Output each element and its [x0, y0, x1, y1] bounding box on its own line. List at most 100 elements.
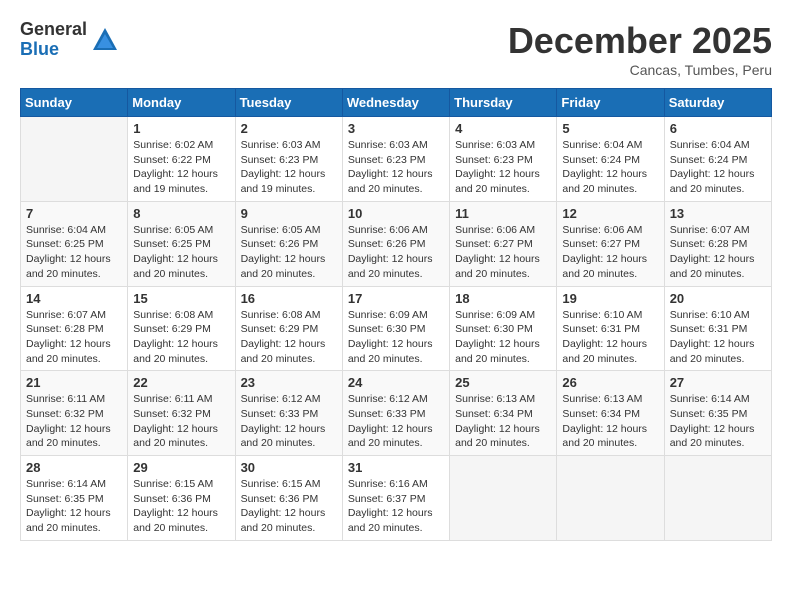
day-info: Sunrise: 6:06 AMSunset: 6:27 PMDaylight:… [562, 223, 658, 282]
calendar-cell: 3Sunrise: 6:03 AMSunset: 6:23 PMDaylight… [342, 117, 449, 202]
day-info: Sunrise: 6:04 AMSunset: 6:24 PMDaylight:… [670, 138, 766, 197]
calendar-cell: 14 Sunrise: 6:07 AMSunset: 6:28 PMDayligh… [21, 286, 128, 371]
day-info: Sunrise: 6:15 AMSunset: 6:36 PMDaylight:… [241, 477, 337, 536]
weekday-header: Friday [557, 89, 664, 117]
day-info: Sunrise: 6:10 AMSunset: 6:31 PMDaylight:… [562, 308, 658, 367]
calendar-cell: 9 Sunrise: 6:05 AMSunset: 6:26 PMDaylight… [235, 201, 342, 286]
calendar-cell: 7 Sunrise: 6:04 AMSunset: 6:25 PMDaylight… [21, 201, 128, 286]
day-info: Sunrise: 6:02 AMSunset: 6:22 PMDaylight:… [133, 138, 229, 197]
day-number: 31 [348, 460, 444, 475]
logo-general-text: General [20, 20, 87, 40]
day-number: 4 [455, 121, 551, 136]
day-info: Sunrise: 6:05 AMSunset: 6:26 PMDaylight:… [241, 223, 337, 282]
logo-blue-text: Blue [20, 40, 87, 60]
day-number: 7 [26, 206, 122, 221]
day-number: 18 [455, 291, 551, 306]
day-info: Sunrise: 6:04 AMSunset: 6:24 PMDaylight:… [562, 138, 658, 197]
calendar-cell [664, 456, 771, 541]
day-info: Sunrise: 6:03 AMSunset: 6:23 PMDaylight:… [455, 138, 551, 197]
calendar-week-row: 7 Sunrise: 6:04 AMSunset: 6:25 PMDaylight… [21, 201, 772, 286]
calendar-week-row: 14 Sunrise: 6:07 AMSunset: 6:28 PMDayligh… [21, 286, 772, 371]
calendar-cell: 30Sunrise: 6:15 AMSunset: 6:36 PMDayligh… [235, 456, 342, 541]
calendar-cell: 11Sunrise: 6:06 AMSunset: 6:27 PMDayligh… [450, 201, 557, 286]
day-info: Sunrise: 6:07 AMSunset: 6:28 PMDaylight:… [670, 223, 766, 282]
day-info: Sunrise: 6:04 AMSunset: 6:25 PMDaylight:… [26, 223, 122, 282]
weekday-header: Sunday [21, 89, 128, 117]
calendar-cell: 6 Sunrise: 6:04 AMSunset: 6:24 PMDaylight… [664, 117, 771, 202]
day-number: 16 [241, 291, 337, 306]
day-number: 27 [670, 375, 766, 390]
day-number: 22 [133, 375, 229, 390]
day-info: Sunrise: 6:11 AMSunset: 6:32 PMDaylight:… [26, 392, 122, 451]
day-info: Sunrise: 6:16 AMSunset: 6:37 PMDaylight:… [348, 477, 444, 536]
day-info: Sunrise: 6:07 AMSunset: 6:28 PMDaylight:… [26, 308, 122, 367]
day-number: 21 [26, 375, 122, 390]
day-info: Sunrise: 6:09 AMSunset: 6:30 PMDaylight:… [455, 308, 551, 367]
day-number: 13 [670, 206, 766, 221]
calendar-cell: 24 Sunrise: 6:12 AMSunset: 6:33 PMDayligh… [342, 371, 449, 456]
calendar-cell: 18 Sunrise: 6:09 AMSunset: 6:30 PMDayligh… [450, 286, 557, 371]
day-info: Sunrise: 6:11 AMSunset: 6:32 PMDaylight:… [133, 392, 229, 451]
day-number: 9 [241, 206, 337, 221]
calendar-cell: 12 Sunrise: 6:06 AMSunset: 6:27 PMDayligh… [557, 201, 664, 286]
day-number: 1 [133, 121, 229, 136]
calendar-cell: 28Sunrise: 6:14 AMSunset: 6:35 PMDayligh… [21, 456, 128, 541]
day-number: 11 [455, 206, 551, 221]
day-number: 8 [133, 206, 229, 221]
day-info: Sunrise: 6:08 AMSunset: 6:29 PMDaylight:… [133, 308, 229, 367]
day-number: 2 [241, 121, 337, 136]
title-area: December 2025 Cancas, Tumbes, Peru [508, 20, 772, 78]
day-info: Sunrise: 6:15 AMSunset: 6:36 PMDaylight:… [133, 477, 229, 536]
calendar-cell: 15 Sunrise: 6:08 AMSunset: 6:29 PMDayligh… [128, 286, 235, 371]
day-number: 25 [455, 375, 551, 390]
day-number: 19 [562, 291, 658, 306]
day-number: 5 [562, 121, 658, 136]
location-subtitle: Cancas, Tumbes, Peru [508, 62, 772, 78]
page-header: General Blue December 2025 Cancas, Tumbe… [20, 20, 772, 78]
day-number: 10 [348, 206, 444, 221]
month-title: December 2025 [508, 20, 772, 62]
day-number: 12 [562, 206, 658, 221]
day-number: 29 [133, 460, 229, 475]
day-info: Sunrise: 6:12 AMSunset: 6:33 PMDaylight:… [241, 392, 337, 451]
calendar-cell [21, 117, 128, 202]
calendar-cell: 1 Sunrise: 6:02 AMSunset: 6:22 PMDaylight… [128, 117, 235, 202]
day-number: 15 [133, 291, 229, 306]
calendar-cell: 26 Sunrise: 6:13 AMSunset: 6:34 PMDayligh… [557, 371, 664, 456]
day-info: Sunrise: 6:05 AMSunset: 6:25 PMDaylight:… [133, 223, 229, 282]
weekday-header: Monday [128, 89, 235, 117]
day-number: 26 [562, 375, 658, 390]
day-number: 17 [348, 291, 444, 306]
day-number: 6 [670, 121, 766, 136]
calendar-cell: 22 Sunrise: 6:11 AMSunset: 6:32 PMDayligh… [128, 371, 235, 456]
calendar-cell: 21 Sunrise: 6:11 AMSunset: 6:32 PMDayligh… [21, 371, 128, 456]
weekday-header: Wednesday [342, 89, 449, 117]
weekday-header-row: SundayMondayTuesdayWednesdayThursdayFrid… [21, 89, 772, 117]
day-number: 24 [348, 375, 444, 390]
calendar-cell: 27 Sunrise: 6:14 AMSunset: 6:35 PMDayligh… [664, 371, 771, 456]
logo: General Blue [20, 20, 119, 60]
day-info: Sunrise: 6:06 AMSunset: 6:26 PMDaylight:… [348, 223, 444, 282]
calendar-cell [450, 456, 557, 541]
day-info: Sunrise: 6:13 AMSunset: 6:34 PMDaylight:… [562, 392, 658, 451]
calendar-cell: 31 Sunrise: 6:16 AMSunset: 6:37 PMDayligh… [342, 456, 449, 541]
day-info: Sunrise: 6:12 AMSunset: 6:33 PMDaylight:… [348, 392, 444, 451]
calendar-cell: 13 Sunrise: 6:07 AMSunset: 6:28 PMDayligh… [664, 201, 771, 286]
calendar-cell: 20Sunrise: 6:10 AMSunset: 6:31 PMDayligh… [664, 286, 771, 371]
day-info: Sunrise: 6:10 AMSunset: 6:31 PMDaylight:… [670, 308, 766, 367]
calendar-cell: 29 Sunrise: 6:15 AMSunset: 6:36 PMDayligh… [128, 456, 235, 541]
day-number: 14 [26, 291, 122, 306]
day-info: Sunrise: 6:14 AMSunset: 6:35 PMDaylight:… [26, 477, 122, 536]
calendar-cell: 25 Sunrise: 6:13 AMSunset: 6:34 PMDayligh… [450, 371, 557, 456]
calendar-cell [557, 456, 664, 541]
calendar-cell: 5 Sunrise: 6:04 AMSunset: 6:24 PMDaylight… [557, 117, 664, 202]
day-info: Sunrise: 6:03 AMSunset: 6:23 PMDaylight:… [241, 138, 337, 197]
calendar-cell: 2 Sunrise: 6:03 AMSunset: 6:23 PMDaylight… [235, 117, 342, 202]
calendar-table: SundayMondayTuesdayWednesdayThursdayFrid… [20, 88, 772, 541]
day-number: 23 [241, 375, 337, 390]
calendar-week-row: 21 Sunrise: 6:11 AMSunset: 6:32 PMDayligh… [21, 371, 772, 456]
day-info: Sunrise: 6:13 AMSunset: 6:34 PMDaylight:… [455, 392, 551, 451]
day-info: Sunrise: 6:14 AMSunset: 6:35 PMDaylight:… [670, 392, 766, 451]
calendar-cell: 16Sunrise: 6:08 AMSunset: 6:29 PMDayligh… [235, 286, 342, 371]
calendar-cell: 4 Sunrise: 6:03 AMSunset: 6:23 PMDaylight… [450, 117, 557, 202]
